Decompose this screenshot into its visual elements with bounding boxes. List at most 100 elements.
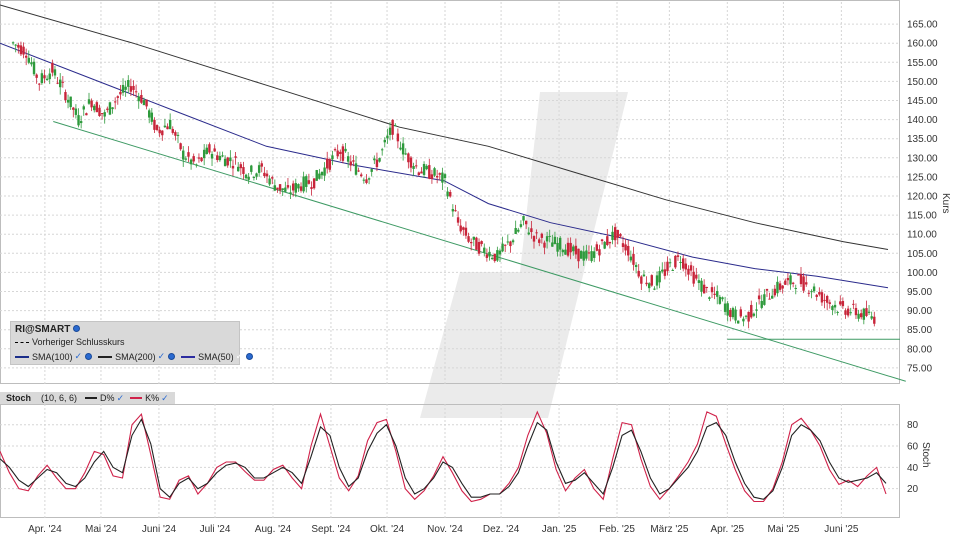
candle-body: [64, 92, 67, 101]
candle-body: [857, 313, 860, 319]
candle-body: [564, 249, 567, 255]
candle-body: [252, 176, 256, 178]
settings-icon[interactable]: [246, 353, 254, 360]
check-icon[interactable]: ✓: [158, 351, 166, 362]
candle-body: [632, 253, 635, 265]
candle-body: [346, 156, 350, 162]
date-tick-label: Mai '25: [767, 524, 799, 535]
candle-body: [153, 119, 156, 130]
sma100-swatch-icon: [15, 355, 29, 358]
candle-body: [48, 73, 51, 80]
candle-body: [551, 242, 554, 247]
candle-body: [378, 158, 381, 162]
candle-body: [595, 244, 599, 251]
settings-icon[interactable]: [73, 325, 81, 332]
candle-body: [841, 300, 845, 307]
candle-body: [22, 46, 25, 55]
candle-body: [87, 99, 91, 104]
price-tick-label: 150.00: [907, 77, 938, 88]
candle-body: [168, 119, 172, 130]
candle-body: [831, 306, 834, 311]
candle-body: [579, 250, 583, 259]
candle-body: [100, 113, 104, 115]
candle-body: [108, 102, 112, 115]
candle-body: [797, 274, 800, 276]
candle-body: [407, 153, 410, 163]
candle-body: [208, 144, 211, 153]
candle-body: [72, 107, 75, 110]
settings-icon[interactable]: [168, 353, 176, 360]
candle-body: [540, 233, 544, 238]
candle-body: [530, 228, 533, 233]
candle-body: [210, 153, 214, 159]
candle-body: [692, 271, 695, 284]
candle-body: [805, 282, 808, 285]
candle-body: [242, 167, 245, 174]
candle-body: [200, 157, 203, 162]
candle-body: [66, 99, 70, 103]
candle-body: [778, 283, 782, 290]
candle-body: [417, 172, 421, 176]
price-tick-label: 105.00: [907, 249, 938, 260]
candle-body: [302, 176, 305, 192]
stoch-K-line: [0, 410, 887, 503]
candle-body: [682, 258, 685, 269]
candle-body: [370, 169, 373, 172]
candle-body: [768, 298, 771, 300]
candle-body: [305, 176, 308, 187]
d-label: D%: [100, 393, 115, 403]
candle-body: [365, 179, 368, 183]
candle-body: [705, 286, 708, 288]
candle-body: [218, 155, 222, 161]
candle-body: [789, 275, 792, 285]
dashed-line-icon: [15, 341, 29, 343]
candle-body: [574, 245, 578, 255]
candle-body: [391, 119, 394, 135]
candle-body: [786, 277, 790, 281]
candle-body: [684, 263, 688, 270]
candle-body: [493, 253, 496, 262]
settings-icon[interactable]: [85, 353, 93, 360]
candle-body: [765, 288, 769, 291]
candle-body: [61, 81, 65, 83]
price-axis: 165.00 160.00 155.00 150.00 145.00 140.00 135.…: [907, 20, 938, 375]
candle-body: [671, 269, 674, 271]
candle-body: [771, 295, 774, 299]
check-icon[interactable]: ✓: [161, 393, 169, 404]
legend-item-sma200[interactable]: SMA(200) ✓: [98, 351, 176, 362]
candle-body: [247, 176, 250, 180]
candle-body: [815, 294, 818, 297]
candle-body: [496, 250, 499, 261]
candle-body: [260, 163, 263, 167]
check-icon[interactable]: ✓: [236, 351, 244, 362]
stoch-tick-label: 80: [907, 420, 919, 431]
legend-item-sma100[interactable]: SMA(100) ✓: [15, 351, 93, 362]
candle-body: [56, 82, 59, 84]
candle-body: [145, 99, 148, 107]
check-icon[interactable]: ✓: [75, 351, 83, 362]
candle-body: [535, 232, 538, 234]
candle-body: [522, 216, 525, 221]
candle-body: [836, 311, 839, 313]
candle-body: [14, 44, 17, 46]
candle-body: [360, 174, 363, 177]
price-tick-label: 100.00: [907, 268, 938, 279]
candle-body: [624, 244, 627, 251]
candle-body: [488, 251, 491, 257]
candle-body: [158, 129, 161, 134]
date-tick-label: Apr. '25: [711, 524, 745, 535]
candle-body: [750, 304, 753, 318]
candle-body: [344, 148, 347, 152]
candle-body: [271, 177, 274, 179]
candle-body: [446, 191, 449, 197]
candle-body: [401, 143, 405, 155]
candle-body: [415, 165, 418, 167]
legend-item-sma50[interactable]: SMA(50) ✓: [181, 351, 254, 362]
candle-body: [799, 274, 803, 285]
candle-body: [286, 185, 290, 188]
candle-body: [257, 165, 261, 173]
candle-body: [548, 235, 551, 237]
candle-body: [95, 102, 99, 113]
candle-body: [30, 62, 33, 65]
check-icon[interactable]: ✓: [117, 393, 125, 404]
